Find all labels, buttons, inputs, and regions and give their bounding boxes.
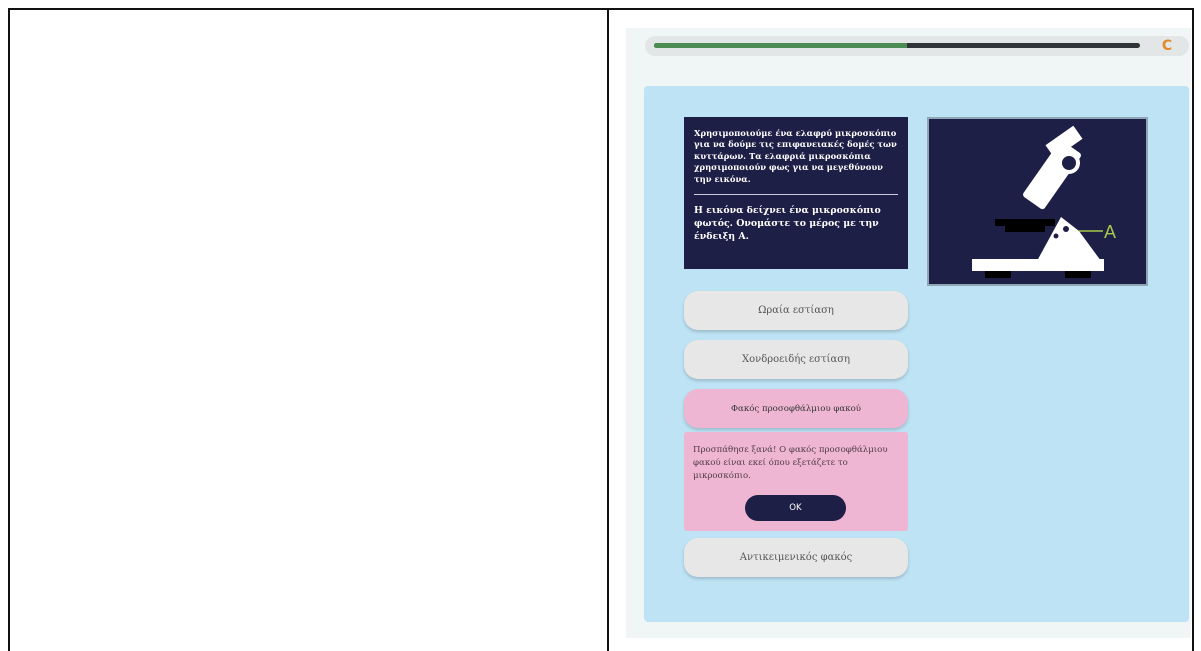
feedback-panel: Προσπάθησε ξανά! Ο φακός προσοφθάλμιου φ… [684, 432, 908, 531]
option-label: Χονδροειδής εστίαση [741, 354, 851, 365]
base-foot-left [985, 271, 1011, 278]
question-intro: Χρησιμοποιούμε ένα ελαφρύ μικροσκόπιο γι… [694, 128, 897, 184]
ok-button[interactable]: OK [745, 495, 846, 521]
progress-track [654, 43, 1140, 48]
pane-divider [607, 10, 609, 651]
stage-holder-shape [1005, 226, 1045, 232]
option-label: Φακός προσοφθάλμιου φακού [731, 403, 861, 414]
microscope-illustration: A [972, 125, 1116, 278]
left-pane [10, 10, 607, 651]
feedback-message: Προσπάθησε ξανά! Ο φακός προσοφθάλμιου φ… [693, 445, 888, 481]
option-objective-lens[interactable]: Αντικειμενικός φακός [684, 538, 908, 577]
option-fine-focus[interactable]: Ωραία εστίαση [684, 291, 908, 330]
label-a: A [1104, 222, 1116, 242]
option-coarse-focus[interactable]: Χονδροειδής εστίαση [684, 340, 908, 379]
reload-icon[interactable]: C [1158, 37, 1176, 55]
base-foot-right [1065, 271, 1091, 278]
arm-screw-shape-2 [1053, 233, 1059, 239]
progress-fill [654, 43, 907, 48]
stage-shape [995, 219, 1055, 226]
question-prompt: Η εικόνα δείχνει ένα μικροσκόπιο φωτός. … [694, 205, 881, 243]
microscope-figure: A [927, 117, 1148, 286]
question-divider [694, 194, 898, 196]
focus-knob-shape [1058, 152, 1080, 174]
option-label: Ωραία εστίαση [758, 305, 834, 316]
option-eyepiece-selected[interactable]: Φακός προσοφθάλμιου φακού [684, 389, 908, 428]
progress-bar: C [645, 36, 1189, 56]
base-shape [972, 259, 1104, 271]
question-box: Χρησιμοποιούμε ένα ελαφρύ μικροσκόπιο γι… [684, 117, 908, 269]
option-label: Αντικειμενικός φακός [739, 552, 853, 563]
arm-screw-shape [1063, 226, 1069, 232]
